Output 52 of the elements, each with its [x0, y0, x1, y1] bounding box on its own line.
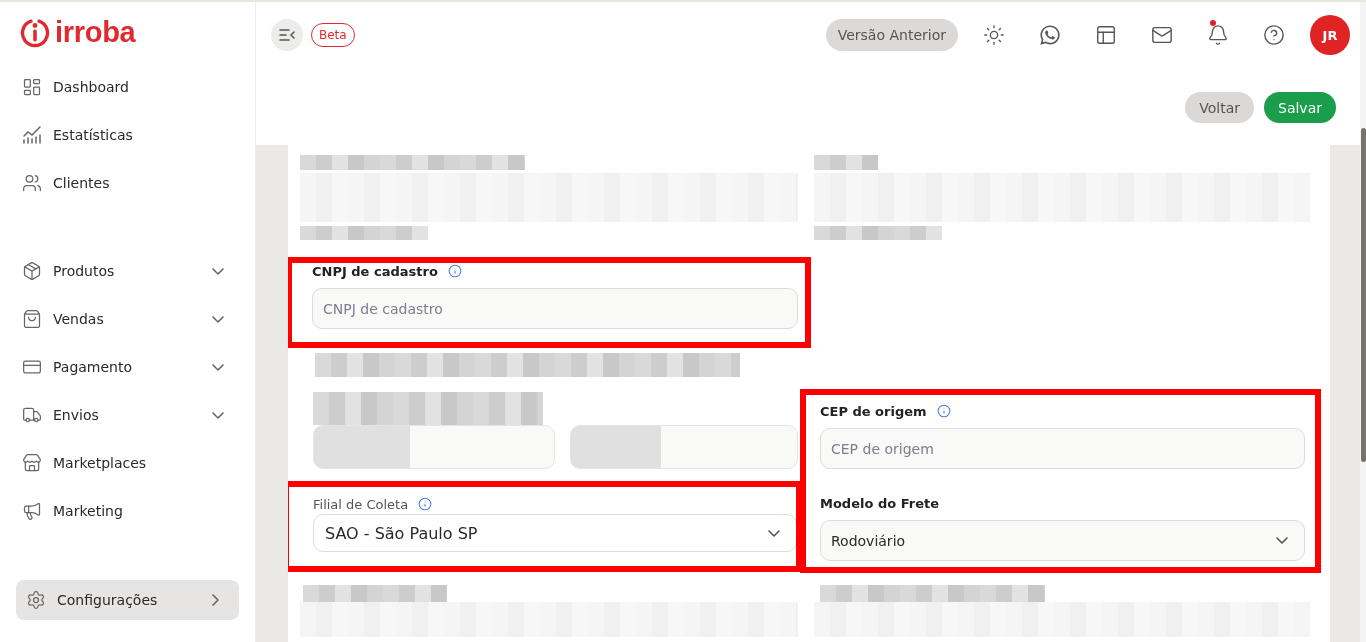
sun-icon: [983, 24, 1005, 46]
logo-text: irroba: [55, 18, 136, 47]
users-icon: [22, 173, 42, 193]
nav-item[interactable]: Vendas: [0, 295, 255, 343]
field-label: Filial de Coleta: [313, 496, 409, 512]
mail-icon: [1151, 24, 1173, 46]
shopping-bag-icon: [22, 309, 42, 329]
bell-icon: [1207, 24, 1229, 46]
nav-item[interactable]: Produtos: [0, 247, 255, 295]
nav-item[interactable]: Pagamento: [0, 343, 255, 391]
info-icon[interactable]: [936, 404, 951, 418]
chevron-down-icon: [1276, 537, 1288, 544]
chevron-down-icon: [212, 267, 224, 275]
field-label: CEP de origem: [820, 403, 927, 419]
truck-icon: [22, 405, 42, 425]
chevron-right-icon: [212, 594, 219, 606]
nav-item[interactable]: Estatísticas: [0, 111, 255, 159]
chevron-down-icon: [768, 529, 780, 537]
back-button[interactable]: Voltar: [1185, 92, 1254, 123]
field-label: CNPJ de cadastro: [312, 263, 438, 279]
logo-icon: [20, 17, 50, 48]
package-icon: [22, 261, 42, 281]
chevron-down-icon: [212, 363, 224, 371]
nav-item[interactable]: Envios: [0, 391, 255, 439]
help-icon: [1263, 24, 1285, 46]
chart-icon: [22, 125, 42, 145]
field-label: Modelo do Frete: [820, 495, 939, 511]
settings-icon: [26, 590, 46, 610]
nav-item[interactable]: Dashboard: [0, 63, 255, 111]
nav-item[interactable]: Marketing: [0, 487, 255, 535]
nav-item[interactable]: Marketplaces: [0, 439, 255, 487]
text-field[interactable]: CEP de origem: [820, 428, 1305, 469]
select-field[interactable]: SAO - São Paulo SP: [313, 514, 797, 552]
grid-icon: [22, 77, 42, 97]
text-field[interactable]: CNPJ de cadastro: [312, 288, 798, 329]
megaphone-icon: [22, 501, 42, 521]
nav-item[interactable]: Configurações: [16, 580, 239, 620]
nav-item[interactable]: Clientes: [0, 159, 255, 207]
info-icon[interactable]: [447, 264, 462, 278]
select-field[interactable]: Rodoviário: [820, 520, 1305, 561]
layout-icon: [1095, 24, 1117, 46]
previous-version-button[interactable]: Versão Anterior: [825, 19, 958, 51]
chevron-down-icon: [212, 411, 224, 419]
user-avatar[interactable]: JR: [1310, 15, 1350, 55]
store-icon: [22, 453, 42, 473]
scrollbar-thumb[interactable]: [1361, 128, 1366, 462]
pixelated-block: [814, 155, 878, 170]
chevron-down-icon: [212, 315, 224, 323]
chat-phone-icon: [1039, 24, 1061, 46]
collapse-menu-icon: [279, 29, 295, 41]
info-icon[interactable]: [418, 497, 433, 511]
menu-toggle-button[interactable]: [271, 19, 303, 51]
